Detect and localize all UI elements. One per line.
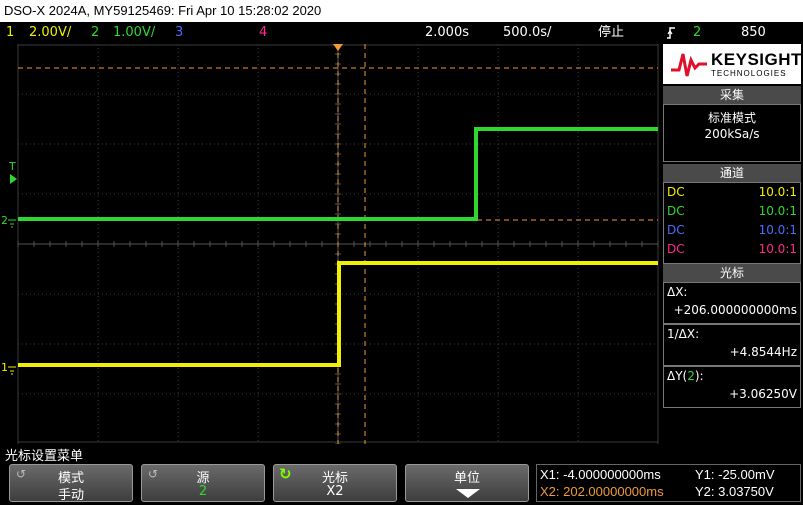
- ch3-probe: 10.0:1: [758, 223, 797, 237]
- side-panel: KEYSIGHT TECHNOLOGIES 采集 标准模式 200kSa/s 通…: [661, 44, 803, 444]
- time-position[interactable]: 2.000s: [425, 22, 469, 44]
- dy-label-pre: ΔY(: [667, 369, 688, 383]
- run-state[interactable]: 停止: [598, 22, 624, 44]
- units-softkey[interactable]: 单位: [405, 464, 529, 502]
- source-softkey[interactable]: ↺ 源 2: [141, 464, 265, 502]
- window-title: DSO-X 2024A, MY59125469: Fri Apr 10 15:2…: [0, 0, 803, 22]
- ch2-ground-marker[interactable]: 2: [1, 214, 8, 227]
- ch2-coupling: DC: [667, 204, 685, 218]
- brand-name: KEYSIGHT: [711, 50, 802, 69]
- sample-rate: 200kSa/s: [704, 127, 760, 141]
- channels-header: 通道: [663, 164, 801, 182]
- cursor-dy-box: ΔY(2): +3.06250V: [663, 366, 801, 408]
- cursor-readout: X1: -4.000000000ms X2: 202.00000000ms Y1…: [536, 464, 801, 502]
- dy-label-channel: 2: [687, 369, 695, 383]
- softkey-menu: 光标设置菜单 ↺ 模式 手动 ↺ 源 2 ↻ 光标 X2 单位 X1: -4.0…: [0, 444, 803, 505]
- ch4-probe: 10.0:1: [758, 242, 797, 256]
- dy-value: +3.06250V: [729, 387, 797, 401]
- acquire-mode: 标准模式: [707, 111, 756, 125]
- menu-title: 光标设置菜单: [5, 449, 84, 464]
- ch1-scale[interactable]: 2.00V/: [29, 22, 71, 44]
- inv-dx-value: +4.8544Hz: [729, 345, 797, 359]
- source-value: 2: [198, 484, 208, 499]
- brand-sub: TECHNOLOGIES: [711, 69, 787, 78]
- cursor-dx-box: ΔX: +206.000000000ms: [663, 282, 801, 324]
- dy-label: ΔY(2):: [667, 369, 704, 383]
- acquire-header: 采集: [663, 86, 801, 104]
- cursor-invdx-box: 1/ΔX: +4.8544Hz: [663, 324, 801, 366]
- ch3-coupling: DC: [667, 223, 685, 237]
- mode-softkey[interactable]: ↺ 模式 手动: [9, 464, 133, 503]
- trigger-level-label: T: [8, 160, 16, 173]
- keysight-wave-icon: [671, 53, 707, 77]
- inv-dx-label: 1/ΔX:: [667, 327, 700, 341]
- cursors-header: 光标: [663, 264, 801, 282]
- channels-box[interactable]: DC 10.0:1 DC 10.0:1 DC 10.0:1 DC 10.0:1: [663, 182, 801, 264]
- ch1-ground-marker[interactable]: 1: [1, 361, 8, 374]
- ch4-number[interactable]: 4: [259, 22, 267, 44]
- dx-value: +206.000000000ms: [673, 303, 797, 317]
- ch3-number[interactable]: 3: [175, 22, 183, 44]
- y1-readout: Y1: -25.00mV: [695, 467, 775, 482]
- status-bar: 1 2.00V/ 2 1.00V/ 3 4 2.000s 500.0s/ 停止 …: [0, 22, 803, 44]
- dx-label: ΔX:: [667, 285, 688, 299]
- ch1-probe: 10.0:1: [758, 185, 797, 199]
- time-scale[interactable]: 500.0s/: [503, 22, 551, 44]
- waveform-display[interactable]: T 2 1: [0, 44, 660, 444]
- acquire-box[interactable]: 标准模式 200kSa/s: [663, 104, 801, 162]
- chevron-down-icon: [456, 489, 480, 498]
- x1-readout: X1: -4.000000000ms: [540, 467, 661, 482]
- ch1-number[interactable]: 1: [6, 22, 14, 44]
- trigger-source[interactable]: 2: [693, 22, 701, 44]
- x2-readout: X2: 202.00000000ms: [540, 484, 664, 499]
- y2-readout: Y2: 3.03750V: [695, 484, 774, 499]
- ch4-coupling: DC: [667, 242, 685, 256]
- ch2-probe: 10.0:1: [758, 204, 797, 218]
- ch2-number[interactable]: 2: [91, 22, 99, 44]
- ch1-coupling: DC: [667, 185, 685, 199]
- ch2-scale[interactable]: 1.00V/: [113, 22, 155, 44]
- dy-label-post: ):: [694, 369, 704, 383]
- units-label: 单位: [453, 471, 480, 486]
- cursor-value: X2: [326, 484, 344, 499]
- mode-value: 手动: [57, 488, 84, 503]
- trigger-level[interactable]: 850: [741, 22, 766, 44]
- keysight-logo: KEYSIGHT TECHNOLOGIES: [663, 44, 801, 84]
- rising-edge-icon: [666, 22, 676, 44]
- cursor-softkey[interactable]: ↻ 光标 X2: [273, 464, 397, 502]
